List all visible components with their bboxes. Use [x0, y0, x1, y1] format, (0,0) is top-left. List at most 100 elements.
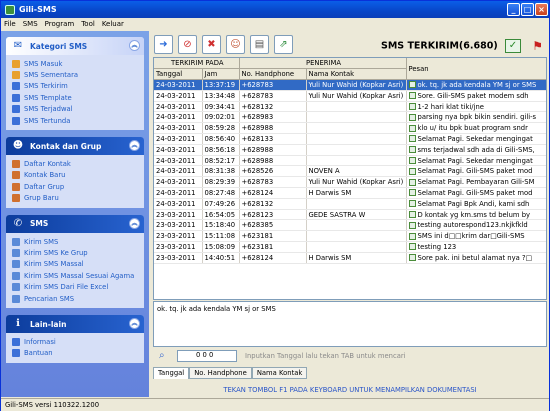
- sidebar-item[interactable]: Kirim SMS Massal: [12, 259, 140, 270]
- sidebar-item-icon: [12, 171, 20, 180]
- cell-tanggal: 24-03-2011: [154, 198, 203, 210]
- sidebar-group-body: Kirim SMS Kirim SMS Ke Grup Kirim SMS Mass…: [6, 233, 144, 308]
- col-header-jam[interactable]: Jam: [202, 68, 240, 81]
- sidebar-item[interactable]: Kirim SMS Massal Sesuai Agama: [12, 270, 140, 281]
- cell-tanggal: 24-03-2011: [154, 155, 203, 167]
- forward-icon[interactable]: ➜: [154, 34, 173, 54]
- collapse-chevron-icon[interactable]: ︽: [129, 140, 140, 152]
- title-bar[interactable]: Gili-SMS _ □ ×: [1, 1, 549, 18]
- maximize-button[interactable]: □: [521, 3, 534, 16]
- sidebar-item[interactable]: Kirim SMS Ke Grup: [12, 247, 140, 258]
- tab-no-handphone[interactable]: No. Handphone: [189, 367, 252, 379]
- table-row[interactable]: 23-03-2011 15:08:09 +623181 testing 123: [154, 241, 546, 253]
- tab-nama-kontak[interactable]: Nama Kontak: [251, 367, 308, 379]
- table-row[interactable]: 24-03-2011 09:34:41 +628132 1-2 hari klat t…: [154, 101, 546, 113]
- cell-hp: +623181: [239, 241, 307, 253]
- export-icon[interactable]: ⇗: [274, 34, 293, 54]
- sidebar-item[interactable]: Bantuan: [12, 348, 140, 359]
- menu-tool[interactable]: Tool: [81, 20, 95, 28]
- table-row[interactable]: 24-03-2011 08:56:40 +628133 Selamat Pagi. S…: [154, 133, 546, 145]
- table-row[interactable]: 23-03-2011 15:18:40 +628385 testing autores…: [154, 219, 546, 232]
- sms-table[interactable]: TERKIRIM PADA PENERIMA Pesan Tanggal Jam…: [153, 57, 547, 300]
- group-title: Kategori SMS: [30, 41, 88, 51]
- delete-icon[interactable]: ✖: [202, 34, 221, 54]
- sidebar-item[interactable]: Daftar Kontak: [12, 158, 140, 169]
- table-row[interactable]: 23-03-2011 15:11:08 +623181 SMS ini d□□krim…: [154, 230, 546, 243]
- sidebar-item-icon: [12, 260, 20, 269]
- cell-pesan: testing autorespond123.nkjkfkld: [406, 219, 546, 232]
- sidebar-item-label: Kirim SMS Ke Grup: [24, 248, 88, 257]
- sidebar-item[interactable]: Daftar Grup: [12, 181, 140, 192]
- search-input[interactable]: 0 0 0: [177, 350, 237, 362]
- table-row[interactable]: 24-03-2011 09:02:01 +628983 parsing nya bpk…: [154, 111, 546, 124]
- table-row[interactable]: 24-03-2011 08:56:18 +628988 sms terjadwal s…: [154, 144, 546, 156]
- table-row[interactable]: 24-03-2011 08:59:28 +628988 klo u/ itu bpk …: [154, 122, 546, 135]
- sidebar-item[interactable]: SMS Terjadwal: [12, 104, 140, 115]
- message-preview[interactable]: ok. tq. jk ada kendala YM sj or SMS: [153, 301, 547, 347]
- cell-nama: [306, 101, 407, 113]
- sidebar-item[interactable]: Grup Baru: [12, 193, 140, 204]
- cell-pesan: Sore pak. ini betul alamat nya ?□: [406, 252, 546, 264]
- collapse-chevron-icon[interactable]: ︽: [129, 318, 140, 330]
- col-header-nama[interactable]: Nama Kontak: [306, 68, 407, 81]
- cell-nama: [306, 122, 407, 135]
- table-row[interactable]: 23-03-2011 16:54:05 +628123 GEDE SASTRA W D …: [154, 209, 546, 221]
- cell-jam: 08:27:48: [202, 187, 240, 199]
- tab-tanggal[interactable]: Tanggal: [153, 367, 190, 379]
- contact-icon[interactable]: ☺: [226, 34, 245, 54]
- group-header-penerima: PENERIMA: [239, 58, 407, 70]
- sidebar-item[interactable]: SMS Masuk: [12, 58, 140, 69]
- table-row[interactable]: 23-03-2011 14:40:51 +628124 H Darwis SM Sore…: [154, 252, 546, 264]
- collapse-chevron-icon[interactable]: ︽: [129, 217, 140, 229]
- col-header-tanggal[interactable]: Tanggal: [154, 68, 203, 81]
- sidebar-item-label: Kontak Baru: [24, 171, 66, 180]
- cell-pesan: Selamat Pagi. Pembayaran Gili-SM: [406, 176, 546, 189]
- sidebar-item[interactable]: SMS Terkirim: [12, 81, 140, 92]
- table-row[interactable]: 24-03-2011 13:34:48 +628783 Yuli Nur Wahid …: [154, 90, 546, 102]
- sidebar-item[interactable]: Informasi: [12, 336, 140, 347]
- table-row[interactable]: 24-03-2011 08:31:38 +628526 NOVEN A Selamat …: [154, 165, 546, 178]
- cancel-icon[interactable]: ⊘: [178, 34, 197, 54]
- cell-hp: +628783: [239, 90, 307, 102]
- col-header-hp[interactable]: No. Handphone: [239, 68, 307, 81]
- cell-pesan-text: SMS ini d□□krim dar□Gili-SMS: [417, 232, 525, 241]
- delivered-check-icon: [408, 146, 416, 154]
- col-header-pesan[interactable]: Pesan: [406, 58, 546, 81]
- table-row[interactable]: 24-03-2011 08:27:48 +628124 H Darwis SM Sela…: [154, 187, 546, 199]
- delivered-check-icon: [408, 167, 416, 175]
- table-row[interactable]: 24-03-2011 13:37:19 +628783 Yuli Nur Wahid …: [154, 79, 546, 91]
- sidebar-item[interactable]: SMS Tertunda: [12, 115, 140, 126]
- cell-pesan: Selamat Pagi. Sekedar mengingat: [406, 155, 546, 167]
- menu-file[interactable]: File: [4, 20, 16, 28]
- close-button[interactable]: ×: [535, 3, 548, 16]
- sidebar-item[interactable]: SMS Template: [12, 92, 140, 103]
- print-icon[interactable]: ▤: [250, 34, 269, 54]
- sidebar-item[interactable]: Kirim SMS Dari File Excel: [12, 281, 140, 292]
- sidebar-group-header[interactable]: ✆ SMS ︽: [6, 214, 144, 233]
- table-row[interactable]: 24-03-2011 08:29:39 +628783 Yuli Nur Wahid …: [154, 176, 546, 189]
- sidebar-item-icon: [12, 116, 20, 125]
- sidebar-group-header[interactable]: ℹ Lain-lain ︽: [6, 315, 144, 334]
- menu-sms[interactable]: SMS: [23, 20, 38, 28]
- sidebar-item[interactable]: Kirim SMS: [12, 236, 140, 247]
- cell-hp: +628526: [239, 165, 307, 178]
- sidebar-group-header[interactable]: ☻ Kontak dan Grup ︽: [6, 137, 144, 156]
- sidebar-item[interactable]: SMS Sementara: [12, 69, 140, 80]
- table-row[interactable]: 24-03-2011 08:52:17 +628988 Selamat Pagi. S…: [154, 155, 546, 167]
- table-row[interactable]: 24-03-2011 07:49:26 +628132 Selamat Pagi Bp…: [154, 198, 546, 210]
- sidebar-group-header[interactable]: ✉ Kategori SMS ︽: [6, 37, 144, 55]
- cell-tanggal: 24-03-2011: [154, 176, 203, 189]
- delivered-check-icon: [408, 232, 416, 240]
- page-title: SMS TERKIRIM(6.680) ✓ ⚑: [381, 39, 544, 53]
- menu-keluar[interactable]: Keluar: [102, 20, 124, 28]
- cell-tanggal: 23-03-2011: [154, 209, 203, 221]
- sidebar-item-icon: [12, 71, 20, 80]
- sidebar-item[interactable]: Kontak Baru: [12, 170, 140, 181]
- collapse-chevron-icon[interactable]: ︽: [129, 40, 140, 51]
- sidebar-item[interactable]: Pencarian SMS: [12, 293, 140, 304]
- minimize-button[interactable]: _: [507, 3, 520, 16]
- sidebar-item-label: SMS Template: [24, 93, 72, 102]
- search-tabs: Tanggal No. Handphone Nama Kontak: [153, 367, 308, 379]
- menu-program[interactable]: Program: [45, 20, 75, 28]
- sidebar-item-icon: [12, 349, 20, 358]
